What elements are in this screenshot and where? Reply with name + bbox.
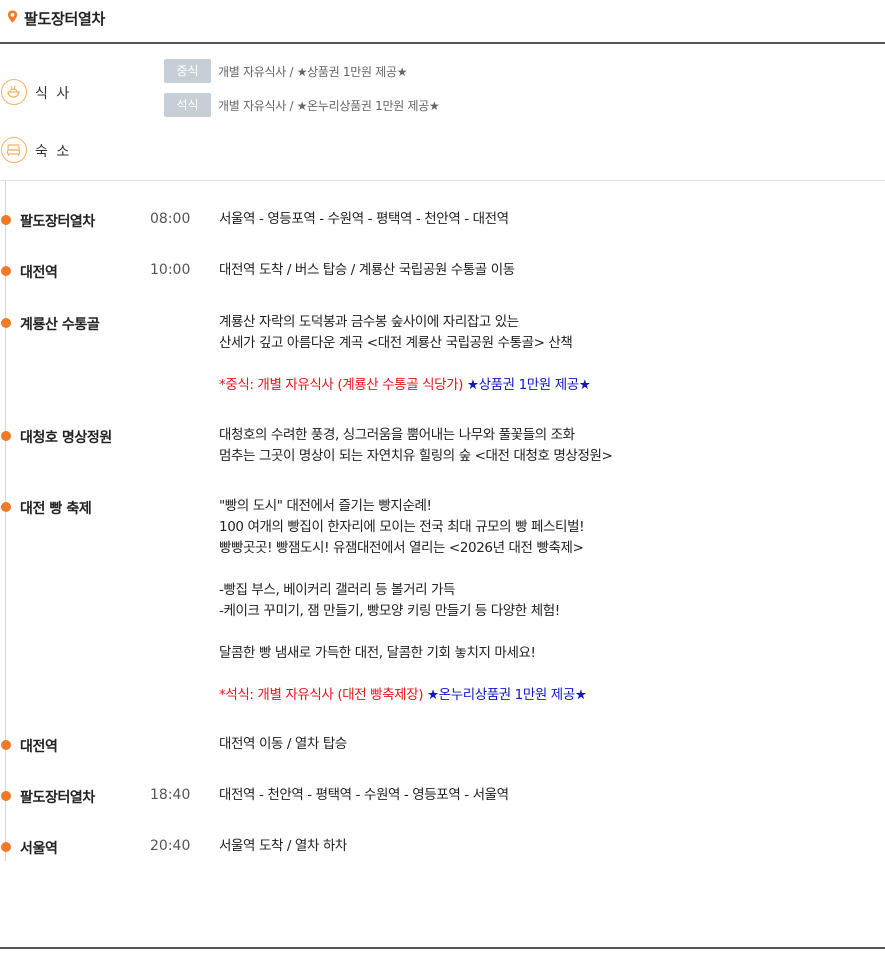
meal-note-blue: ★상품권 1만원 제공★ bbox=[463, 377, 591, 393]
stop-time: 18:40 bbox=[150, 787, 191, 803]
stop-name: 대전역 bbox=[20, 739, 58, 755]
stop-description: 대전역 도착 / 버스 탑승 / 계룡산 국립공원 수통골 이동 bbox=[219, 260, 515, 281]
location-pin-icon bbox=[7, 10, 18, 23]
timeline-dot bbox=[1, 318, 11, 328]
timeline-dot bbox=[1, 502, 11, 512]
header-divider bbox=[0, 42, 885, 44]
desc-line: 대전역 이동 / 열차 탑승 bbox=[219, 736, 347, 752]
lunch-text: 개별 자유식사 / ★상품권 1만원 제공★ bbox=[218, 65, 408, 79]
services-divider bbox=[0, 180, 885, 181]
desc-line: "빵의 도시" 대전에서 즐기는 빵지순례! bbox=[219, 498, 432, 514]
stop-description: 대청호의 수려한 풍경, 싱그러움을 뿜어내는 나무와 풀꽃들의 조화 멈추는 … bbox=[219, 425, 613, 467]
bed-icon bbox=[1, 137, 27, 163]
desc-line: 달콤한 빵 냄새로 가득한 대전, 달콤한 기회 놓치지 마세요! bbox=[219, 645, 536, 661]
timeline-dot bbox=[1, 740, 11, 750]
stop-time: 08:00 bbox=[150, 211, 191, 227]
stop-time: 20:40 bbox=[150, 838, 191, 854]
timeline-dot bbox=[1, 431, 11, 441]
lunch-tag: 중식 bbox=[164, 59, 211, 83]
timeline-dot bbox=[1, 842, 11, 852]
desc-line: 멈추는 그곳이 명상이 되는 자연치유 힐링의 숲 <대전 대청호 명상정원> bbox=[219, 448, 613, 464]
stop-description: 서울역 - 영등포역 - 수원역 - 평택역 - 천안역 - 대전역 bbox=[219, 209, 509, 230]
desc-line: -케이크 꾸미기, 잼 만들기, 빵모양 키링 만들기 등 다양한 체험! bbox=[219, 603, 560, 619]
dinner-tag: 석식 bbox=[164, 93, 211, 117]
meal-note-red: *중식: 개별 자유식사 (계룡산 수통골 식당가) bbox=[219, 377, 464, 393]
stop-description: 대전역 이동 / 열차 탑승 bbox=[219, 734, 347, 755]
meal-note-red: *석식: 개별 자유식사 (대전 빵축제장) bbox=[219, 687, 424, 703]
page-title: 팔도장터열차 bbox=[24, 10, 106, 28]
stop-description: 서울역 도착 / 열차 하차 bbox=[219, 836, 347, 857]
lodging-label: 숙 소 bbox=[35, 144, 72, 160]
meal-label: 식 사 bbox=[35, 86, 72, 102]
page-header: 팔도장터열차 bbox=[0, 0, 885, 42]
timeline-line bbox=[5, 181, 6, 861]
stop-name: 대전 빵 축제 bbox=[20, 501, 92, 517]
stop-name: 대전역 bbox=[20, 265, 58, 281]
meal-note: *석식: 개별 자유식사 (대전 빵축제장) ★온누리상품권 1만원 제공★ bbox=[219, 685, 587, 706]
stop-name: 대청호 명상정원 bbox=[20, 430, 112, 446]
stop-name: 계룡산 수통골 bbox=[20, 317, 100, 333]
stop-time: 10:00 bbox=[150, 262, 191, 278]
stop-description: 계룡산 자락의 도덕봉과 금수봉 숲사이에 자리잡고 있는 산세가 깊고 아름다… bbox=[219, 312, 591, 396]
stop-description: "빵의 도시" 대전에서 즐기는 빵지순례! 100 여개의 빵집이 한자리에 … bbox=[219, 496, 587, 706]
desc-line: 대전역 도착 / 버스 탑승 / 계룡산 국립공원 수통골 이동 bbox=[219, 262, 515, 278]
desc-line: 빵빵곳곳! 빵잼도시! 유잼대전에서 열리는 <2026년 대전 빵축제> bbox=[219, 540, 584, 556]
desc-line: 산세가 깊고 아름다운 계곡 <대전 계룡산 국립공원 수통골> 산책 bbox=[219, 335, 573, 351]
meal-note: *중식: 개별 자유식사 (계룡산 수통골 식당가) ★상품권 1만원 제공★ bbox=[219, 375, 591, 396]
rice-bowl-icon bbox=[1, 79, 27, 105]
desc-line: -빵집 부스, 베이커리 갤러리 등 볼거리 가득 bbox=[219, 582, 456, 598]
stop-name: 팔도장터열차 bbox=[20, 790, 95, 806]
stop-name: 팔도장터열차 bbox=[20, 214, 95, 230]
desc-line: 대청호의 수려한 풍경, 싱그러움을 뿜어내는 나무와 풀꽃들의 조화 bbox=[219, 427, 575, 443]
timeline-dot bbox=[1, 215, 11, 225]
desc-line: 계룡산 자락의 도덕봉과 금수봉 숲사이에 자리잡고 있는 bbox=[219, 314, 519, 330]
stop-description: 대전역 - 천안역 - 평택역 - 수원역 - 영등포역 - 서울역 bbox=[219, 785, 509, 806]
meal-note-blue: ★온누리상품권 1만원 제공★ bbox=[423, 687, 587, 703]
timeline-dot bbox=[1, 791, 11, 801]
desc-line: 서울역 도착 / 열차 하차 bbox=[219, 838, 347, 854]
desc-line: 대전역 - 천안역 - 평택역 - 수원역 - 영등포역 - 서울역 bbox=[219, 787, 509, 803]
stop-name: 서울역 bbox=[20, 841, 58, 857]
desc-line: 100 여개의 빵집이 한자리에 모이는 전국 최대 규모의 빵 페스티벌! bbox=[219, 519, 585, 535]
footer-divider bbox=[0, 947, 885, 949]
dinner-text: 개별 자유식사 / ★온누리상품권 1만원 제공★ bbox=[218, 99, 440, 113]
timeline-dot bbox=[1, 266, 11, 276]
desc-line: 서울역 - 영등포역 - 수원역 - 평택역 - 천안역 - 대전역 bbox=[219, 211, 509, 227]
